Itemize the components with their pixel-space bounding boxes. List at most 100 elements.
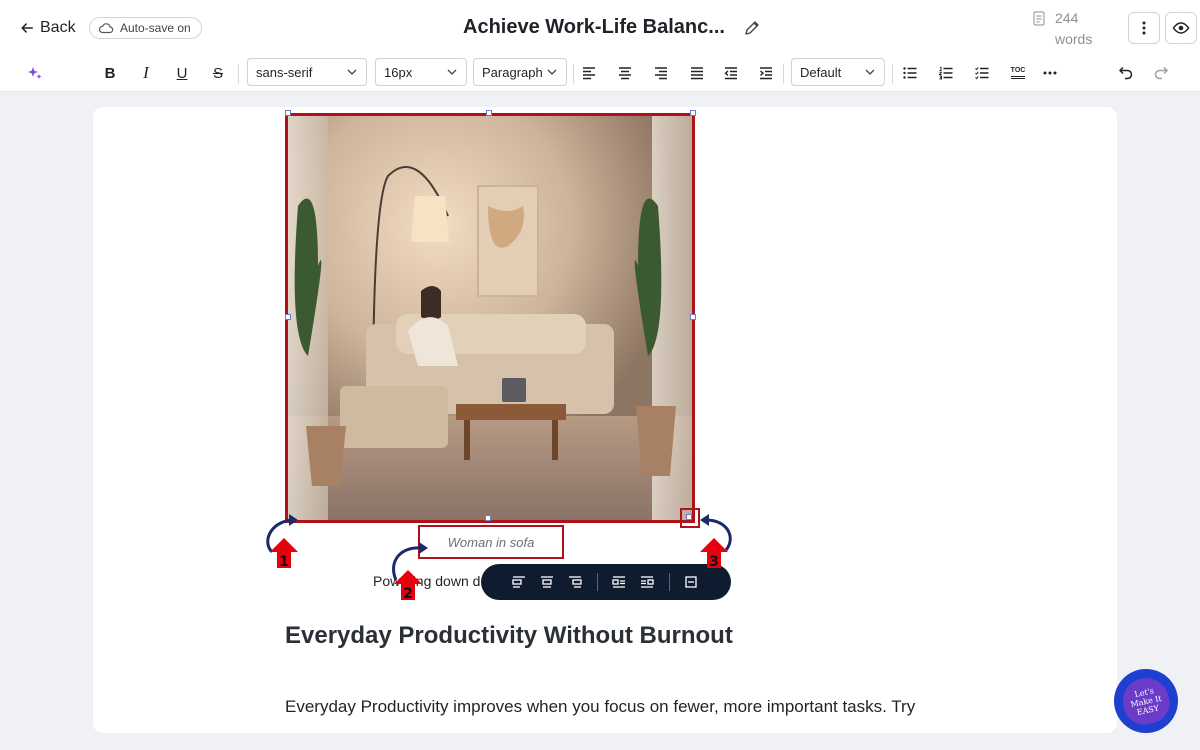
image-caption-box[interactable]: Woman in sofa — [418, 525, 564, 559]
checklist-icon — [975, 67, 989, 80]
word-count-icon — [1033, 11, 1045, 26]
ai-assist-button[interactable] — [24, 58, 46, 88]
wrap-text-left-button[interactable] — [609, 572, 629, 592]
redo-button[interactable] — [1152, 58, 1170, 88]
outdent-icon — [724, 67, 737, 80]
underline-button[interactable]: U — [172, 58, 192, 88]
align-center-icon — [619, 67, 631, 80]
kebab-menu-icon — [1142, 21, 1146, 35]
numbered-list-icon — [938, 67, 953, 80]
sparkle-icon — [28, 67, 42, 79]
bold-button[interactable]: B — [100, 58, 120, 88]
italic-button[interactable]: I — [136, 58, 156, 88]
floating-toolbar-divider — [597, 573, 598, 591]
strikethrough-button[interactable]: S — [208, 58, 228, 88]
resize-handle[interactable] — [285, 110, 291, 116]
resize-handle[interactable] — [285, 314, 291, 320]
align-left-button[interactable] — [580, 58, 598, 88]
annotation-number-2: 2 — [403, 586, 413, 602]
heart-icon: Let's Make It EASY — [1118, 673, 1174, 729]
line-style-value: Default — [800, 64, 842, 80]
toolbar-divider — [238, 64, 239, 84]
wrap-right-icon — [641, 576, 654, 588]
redo-icon — [1154, 66, 1169, 80]
image-align-center-icon — [541, 576, 553, 588]
resize-handle[interactable] — [690, 110, 696, 116]
align-justify-icon — [691, 67, 703, 80]
top-bar: Back Auto-save on Achieve Work-Life Bala… — [0, 0, 1200, 56]
align-justify-button[interactable] — [688, 58, 706, 88]
block-type-select[interactable]: Paragraph — [473, 58, 567, 86]
bullet-list-icon — [903, 67, 917, 79]
annotation-number-1: 1 — [279, 554, 289, 570]
toc-icon: TOC — [1010, 67, 1026, 79]
indent-decrease-button[interactable] — [722, 58, 740, 88]
lets-make-it-easy-badge[interactable]: Let's Make It EASY — [1114, 669, 1178, 733]
chevron-down-icon — [547, 69, 557, 75]
wrap-text-right-button[interactable] — [637, 572, 657, 592]
checklist-button[interactable] — [973, 58, 991, 88]
undo-icon — [1118, 66, 1133, 80]
back-label: Back — [40, 19, 76, 36]
chevron-down-icon — [447, 69, 457, 75]
eye-icon — [1172, 22, 1190, 34]
preview-button[interactable] — [1165, 12, 1197, 44]
bullet-list-button[interactable] — [901, 58, 919, 88]
font-size-select[interactable]: 16px — [375, 58, 467, 86]
block-type-value: Paragraph — [482, 64, 543, 80]
edit-pencil-icon[interactable] — [743, 19, 761, 37]
table-of-contents-button[interactable]: TOC — [1008, 58, 1028, 88]
arrow-left-icon — [21, 23, 33, 33]
more-options-button[interactable] — [1128, 12, 1160, 44]
align-right-icon — [655, 67, 667, 80]
font-size-value: 16px — [384, 64, 413, 80]
annotation-marker-3: 3 — [700, 514, 732, 570]
section-heading[interactable]: Everyday Productivity Without Burnout — [285, 622, 733, 650]
image-align-left-icon — [512, 576, 525, 588]
font-family-value: sans-serif — [256, 64, 313, 80]
align-left-icon — [583, 67, 595, 80]
toolbar-divider — [892, 64, 893, 84]
more-tools-button[interactable] — [1040, 58, 1060, 88]
selected-image[interactable] — [285, 113, 695, 523]
font-family-select[interactable]: sans-serif — [247, 58, 367, 86]
word-count-value: 244 — [1055, 10, 1079, 26]
indent-icon — [760, 67, 772, 80]
align-center-button[interactable] — [616, 58, 634, 88]
numbered-list-button[interactable] — [937, 58, 955, 88]
floating-toolbar-divider — [669, 573, 670, 591]
cloud-icon — [98, 23, 114, 34]
word-count-label: words — [1055, 31, 1093, 47]
resize-handle[interactable] — [486, 110, 492, 116]
image-align-right-button[interactable] — [565, 572, 585, 592]
living-room-photo — [288, 116, 692, 520]
image-align-right-icon — [569, 576, 582, 588]
image-frame-icon — [685, 576, 697, 588]
toolbar-divider — [783, 64, 784, 84]
body-paragraph[interactable]: Everyday Productivity improves when you … — [285, 689, 925, 733]
resize-handle[interactable] — [690, 314, 696, 320]
annotation-number-3: 3 — [709, 554, 719, 570]
chevron-down-icon — [347, 69, 357, 75]
indent-increase-button[interactable] — [757, 58, 775, 88]
image-align-left-button[interactable] — [509, 572, 529, 592]
image-settings-button[interactable] — [681, 572, 701, 592]
image-caption[interactable]: Woman in sofa — [420, 527, 562, 557]
image-align-center-button[interactable] — [537, 572, 557, 592]
toolbar-divider — [573, 64, 574, 84]
resize-handle[interactable] — [485, 515, 491, 521]
back-button[interactable]: Back — [20, 17, 76, 39]
document-title[interactable]: Achieve Work-Life Balanc... — [463, 16, 725, 39]
more-horizontal-icon — [1043, 71, 1057, 75]
autosave-badge: Auto-save on — [89, 17, 202, 39]
autosave-label: Auto-save on — [120, 21, 191, 35]
editor-canvas[interactable]: Woman in sofa Powering down d work has e… — [93, 107, 1117, 733]
undo-button[interactable] — [1117, 58, 1135, 88]
line-style-select[interactable]: Default — [791, 58, 885, 86]
align-right-button[interactable] — [652, 58, 670, 88]
chevron-down-icon — [865, 69, 875, 75]
formatting-toolbar: B I U S sans-serif 16px Paragraph Defaul… — [0, 56, 1200, 92]
annotation-marker-2: 2 — [392, 542, 428, 602]
wrap-left-icon — [612, 576, 625, 588]
badge-text: Let's Make It EASY — [1129, 685, 1163, 717]
